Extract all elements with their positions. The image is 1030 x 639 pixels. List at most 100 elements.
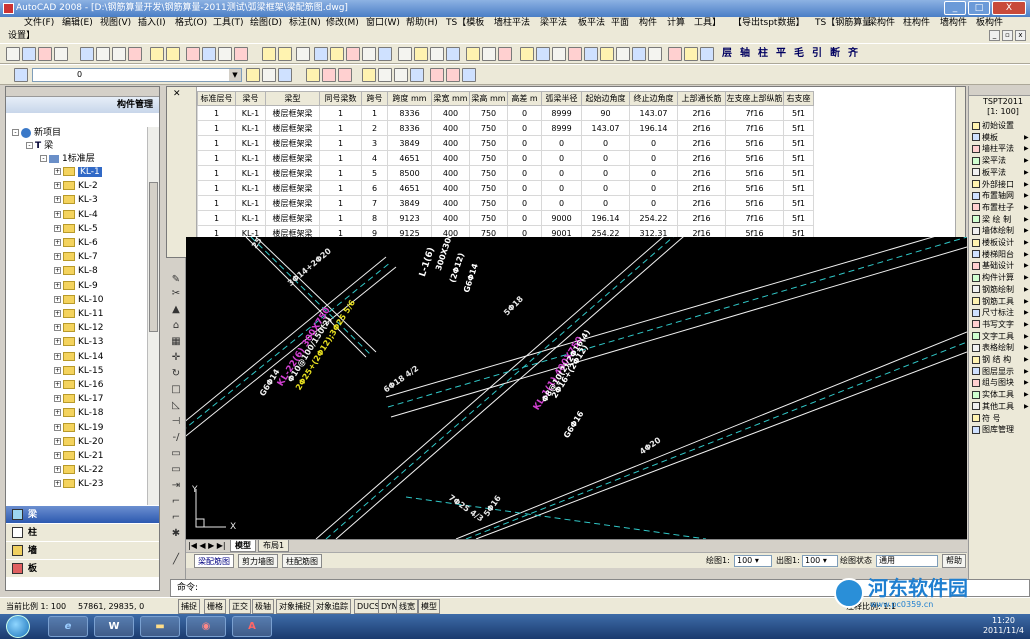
scissors-icon[interactable]: ✂	[170, 288, 182, 300]
table-cell[interactable]: 7f16	[725, 105, 784, 121]
table-cell[interactable]: 0	[541, 195, 582, 211]
table-cell[interactable]: 1	[197, 180, 236, 196]
category-beam-tab[interactable]: 梁	[6, 505, 159, 523]
menu-item-3[interactable]: 插入(I)	[138, 17, 166, 30]
toolbar-tool-18-icon[interactable]	[330, 47, 344, 61]
table-row[interactable]: 1 KL-1 楼层框架梁 1 2 8336 400 750 0 8999 143.07 196.14 2…	[197, 120, 814, 136]
table-cell[interactable]: 0	[629, 150, 678, 166]
column-header[interactable]: 同号梁数	[319, 91, 362, 106]
table-cell[interactable]: 3	[361, 135, 388, 151]
table-cell[interactable]: 400	[431, 120, 470, 136]
table-cell[interactable]: 0	[541, 135, 582, 151]
tree-scrollbar[interactable]	[147, 127, 159, 543]
ts-tool-7-icon[interactable]	[410, 68, 424, 82]
table-cell[interactable]: 1	[197, 105, 236, 121]
toolbar-tool-30-icon[interactable]	[536, 47, 550, 61]
table-cell[interactable]: 0	[581, 195, 630, 211]
toolbar-tool-13-icon[interactable]	[234, 47, 248, 61]
help-button[interactable]: 帮助	[942, 554, 966, 568]
collapse-icon[interactable]: -	[40, 155, 47, 162]
toolbar-tool-6-icon[interactable]	[112, 47, 126, 61]
table-cell[interactable]: 楼层框架梁	[265, 195, 320, 211]
column-header[interactable]: 跨度 mm	[387, 91, 432, 106]
expand-icon[interactable]: +	[54, 239, 61, 246]
table-cell[interactable]: 8	[361, 210, 388, 226]
autocad-app-icon[interactable]	[3, 3, 14, 14]
collapse-icon[interactable]: -	[12, 129, 19, 136]
table-cell[interactable]: 8336	[387, 120, 432, 136]
toolbar-tool-9-icon[interactable]	[166, 47, 180, 61]
table-cell[interactable]: 400	[431, 165, 470, 181]
toolbar-tool-40-icon[interactable]	[700, 47, 714, 61]
toolbar-tool-16-icon[interactable]	[296, 47, 310, 61]
table-cell[interactable]: KL-1	[235, 165, 266, 181]
table-cell[interactable]: 400	[431, 105, 470, 121]
table-cell[interactable]: 2f16	[677, 180, 726, 196]
table-row[interactable]: 1 KL-1 楼层框架梁 1 1 8336 400 750 0 8999 90 143.07 2f16 7…	[197, 105, 814, 121]
table-cell[interactable]: 400	[431, 150, 470, 166]
tspt-item-7[interactable]: 布置柱子 ▶	[972, 203, 1029, 213]
expand-icon[interactable]: +	[54, 253, 61, 261]
drawing-canvas[interactable]: Y X 25 4/33Φ14+2Φ20L-1(6)300X300(2Φ12)G6…	[186, 237, 967, 539]
ie-taskbar-icon[interactable]: e	[48, 616, 88, 637]
menu-item-19[interactable]: 【导出tspt数据】	[733, 17, 804, 30]
table-cell[interactable]: 0	[541, 150, 582, 166]
explorer-taskbar-icon[interactable]: ▬	[140, 616, 180, 637]
tab-shear-wall-drawing[interactable]: 剪力墙图	[238, 554, 278, 568]
toolbar-tool-0-icon[interactable]	[6, 47, 20, 61]
table-cell[interactable]: 2f16	[677, 150, 726, 166]
menu-item-8[interactable]: 修改(M)	[326, 17, 359, 30]
expand-icon[interactable]: +	[54, 324, 61, 332]
stretch-icon[interactable]: ◺	[170, 400, 182, 412]
tab-column-rebar-drawing[interactable]: 柱配筋图	[282, 554, 322, 568]
table-cell[interactable]: 0	[629, 165, 678, 181]
table-cell[interactable]: 6	[361, 180, 388, 196]
table-cell[interactable]: 0	[507, 165, 542, 181]
tspt-item-21[interactable]: 图层显示 ▶	[972, 367, 1029, 377]
ts-quick-tool-5[interactable]: 引	[812, 45, 822, 63]
table-cell[interactable]: 400	[431, 195, 470, 211]
table-cell[interactable]: 1	[319, 105, 362, 121]
menu-item-6[interactable]: 绘图(D)	[250, 17, 282, 30]
tree-item-kl-15[interactable]: + KL-15	[54, 365, 103, 378]
table-cell[interactable]: 8500	[387, 165, 432, 181]
table-cell[interactable]: 196.14	[629, 120, 678, 136]
tree-item-kl-6[interactable]: + KL-6	[54, 237, 98, 250]
table-row[interactable]: 1 KL-1 楼层框架梁 1 4 4651 400 750 0 0 0 0 2f16 5f16 5f1	[197, 150, 814, 166]
table-cell[interactable]: 4651	[387, 180, 432, 196]
tree-item-kl-23[interactable]: + KL-23	[54, 478, 103, 491]
menu-item-1[interactable]: 编辑(E)	[62, 17, 93, 30]
layer-manager-icon[interactable]	[14, 68, 28, 82]
minimize-button[interactable]: _	[944, 1, 966, 15]
table-cell[interactable]: 1	[197, 195, 236, 211]
table-cell[interactable]: 0	[581, 180, 630, 196]
menu-item-5[interactable]: 工具(T)	[213, 17, 244, 30]
tspt-item-19[interactable]: 表格绘制 ▶	[972, 343, 1029, 353]
table-cell[interactable]: 1	[197, 135, 236, 151]
table-cell[interactable]: 1	[319, 165, 362, 181]
table-cell[interactable]: 400	[431, 210, 470, 226]
table-cell[interactable]: 5f1	[783, 210, 814, 226]
move-icon[interactable]: ✛	[170, 352, 182, 364]
layer-previous-icon[interactable]	[246, 68, 260, 82]
fillet-icon[interactable]: ⌐	[170, 496, 182, 508]
status-toggle-3[interactable]: 极轴	[252, 599, 274, 614]
category-column-tab[interactable]: 柱	[6, 523, 159, 541]
column-header[interactable]: 高差 m	[507, 91, 542, 106]
table-cell[interactable]: 750	[469, 180, 508, 196]
table-cell[interactable]: KL-1	[235, 120, 266, 136]
draw-state-dropdown[interactable]: 通用	[876, 555, 938, 567]
table-cell[interactable]: 1	[197, 120, 236, 136]
table-cell[interactable]: 5f1	[783, 180, 814, 196]
table-cell[interactable]: 楼层框架梁	[265, 165, 320, 181]
menu-item-10[interactable]: 帮助(H)	[406, 17, 438, 30]
tspt-item-16[interactable]: 尺寸标注 ▶	[972, 308, 1029, 318]
tree-item-kl-9[interactable]: + KL-9	[54, 280, 98, 293]
join-icon[interactable]: ▭	[170, 464, 182, 476]
table-cell[interactable]: 400	[431, 135, 470, 151]
expand-icon[interactable]: +	[54, 395, 61, 403]
column-header[interactable]: 梁高 mm	[469, 91, 508, 106]
ts-tool-3-icon[interactable]	[338, 68, 352, 82]
tspt-item-8[interactable]: 梁 绘 制 ▶	[972, 215, 1029, 225]
table-cell[interactable]: 5f16	[725, 180, 784, 196]
